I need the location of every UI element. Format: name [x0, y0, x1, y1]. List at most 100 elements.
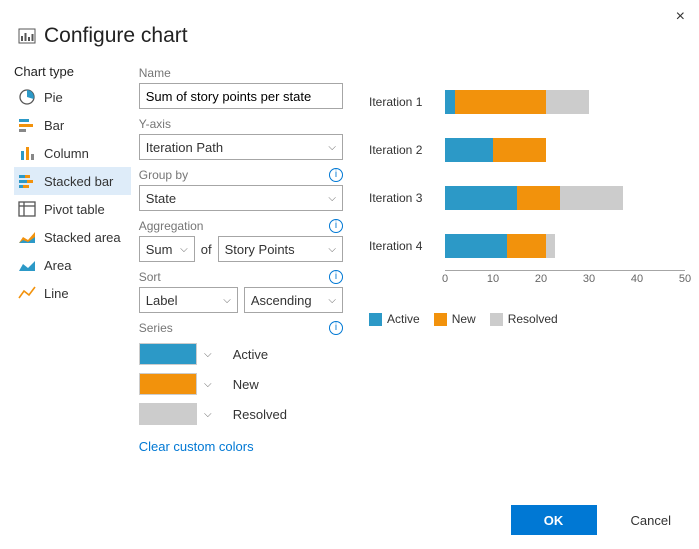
chart-type-heading: Chart type	[14, 64, 131, 79]
aggregation-label: Aggregation i	[139, 219, 343, 233]
legend-label: Active	[387, 312, 420, 326]
series-color-swatch[interactable]	[139, 373, 197, 395]
cancel-button[interactable]: Cancel	[625, 512, 677, 529]
axis-tick: 40	[631, 273, 643, 285]
chart-type-pivot-table[interactable]: Pivot table	[14, 195, 131, 223]
axis-tick: 0	[442, 273, 448, 285]
chart-bar-row: Iteration 2	[369, 126, 685, 174]
chevron-down-icon: ⌵	[223, 295, 231, 306]
sort-label: Sort i	[139, 270, 343, 284]
chart-type-label: Pie	[44, 90, 63, 105]
pivot-table-icon	[18, 200, 36, 218]
bar-category-label: Iteration 4	[369, 239, 445, 253]
column-icon	[18, 144, 36, 162]
chart-type-label: Pivot table	[44, 202, 105, 217]
chart-type-pie[interactable]: Pie	[14, 83, 131, 111]
chevron-down-icon: ⌵	[328, 244, 336, 255]
chevron-down-icon: ⌵	[180, 244, 188, 255]
info-icon[interactable]: i	[329, 219, 343, 233]
bar-segment-new	[517, 186, 560, 210]
chart-type-label: Line	[44, 286, 69, 301]
chart-type-label: Stacked bar	[44, 174, 113, 189]
series-color-swatch[interactable]	[139, 343, 197, 365]
bar-category-label: Iteration 3	[369, 191, 445, 205]
axis-tick: 50	[679, 273, 691, 285]
legend-swatch	[490, 313, 503, 326]
groupby-value: State	[146, 191, 176, 206]
series-name: Resolved	[233, 407, 287, 422]
close-icon[interactable]: ×	[676, 8, 685, 26]
chart-preview: Iteration 1 Iteration 2 Iteration 3 Iterati…	[369, 78, 685, 326]
chart-type-label: Area	[44, 258, 71, 273]
info-icon[interactable]: i	[329, 321, 343, 335]
chart-type-line[interactable]: Line	[14, 279, 131, 307]
stacked-bar-icon	[18, 172, 36, 190]
name-label: Name	[139, 66, 343, 80]
legend-swatch	[369, 313, 382, 326]
series-label: Series i	[139, 321, 343, 335]
name-input[interactable]	[139, 83, 343, 109]
line-icon	[18, 284, 36, 302]
yaxis-select[interactable]: Iteration Path ⌵	[139, 134, 343, 160]
chart-type-label: Stacked area	[44, 230, 121, 245]
aggregation-func-select[interactable]: Sum ⌵	[139, 236, 195, 262]
groupby-label: Group by i	[139, 168, 343, 182]
axis-tick: 30	[583, 273, 595, 285]
of-label: of	[201, 242, 212, 257]
legend-item: New	[434, 312, 476, 326]
chevron-down-icon: ⌵	[328, 142, 336, 153]
bar-segment-new	[493, 138, 546, 162]
legend-swatch	[434, 313, 447, 326]
info-icon[interactable]: i	[329, 168, 343, 182]
bar-segment-resolved	[546, 234, 556, 258]
series-name: New	[233, 377, 259, 392]
chart-bar-row: Iteration 1	[369, 78, 685, 126]
series-row: ⌵ New	[139, 373, 343, 395]
chart-type-label: Column	[44, 146, 89, 161]
bar-icon	[18, 116, 36, 134]
sort-dir-select[interactable]: Ascending ⌵	[244, 287, 343, 313]
legend-label: Resolved	[508, 312, 558, 326]
legend-item: Resolved	[490, 312, 558, 326]
bar-segment-active	[445, 186, 517, 210]
chart-bar-row: Iteration 4	[369, 222, 685, 270]
chart-icon	[18, 27, 36, 45]
chart-type-area[interactable]: Area	[14, 251, 131, 279]
ok-button[interactable]: OK	[511, 505, 597, 535]
axis-tick: 20	[535, 273, 547, 285]
aggregation-field-select[interactable]: Story Points ⌵	[218, 236, 343, 262]
stacked-area-icon	[18, 228, 36, 246]
bar-category-label: Iteration 1	[369, 95, 445, 109]
bar-category-label: Iteration 2	[369, 143, 445, 157]
bar-segment-new	[507, 234, 545, 258]
series-name: Active	[233, 347, 268, 362]
chevron-down-icon[interactable]: ⌵	[197, 343, 219, 365]
chart-type-column[interactable]: Column	[14, 139, 131, 167]
bar-segment-resolved	[560, 186, 622, 210]
chart-type-label: Bar	[44, 118, 64, 133]
series-row: ⌵ Resolved	[139, 403, 343, 425]
sort-by-select[interactable]: Label ⌵	[139, 287, 238, 313]
bar-segment-active	[445, 234, 507, 258]
chart-type-bar[interactable]: Bar	[14, 111, 131, 139]
chevron-down-icon: ⌵	[328, 295, 336, 306]
legend-label: New	[452, 312, 476, 326]
series-color-swatch[interactable]	[139, 403, 197, 425]
chevron-down-icon[interactable]: ⌵	[197, 373, 219, 395]
chart-type-stacked-bar[interactable]: Stacked bar	[14, 167, 131, 195]
yaxis-label: Y-axis	[139, 117, 343, 131]
groupby-select[interactable]: State ⌵	[139, 185, 343, 211]
bar-segment-active	[445, 90, 455, 114]
bar-segment-new	[455, 90, 546, 114]
dialog-title: Configure chart	[44, 24, 188, 48]
info-icon[interactable]: i	[329, 270, 343, 284]
yaxis-value: Iteration Path	[146, 140, 223, 155]
bar-segment-resolved	[546, 90, 589, 114]
chevron-down-icon[interactable]: ⌵	[197, 403, 219, 425]
clear-colors-link[interactable]: Clear custom colors	[139, 439, 254, 454]
chart-bar-row: Iteration 3	[369, 174, 685, 222]
axis-tick: 10	[487, 273, 499, 285]
chevron-down-icon: ⌵	[328, 193, 336, 204]
chart-type-stacked-area[interactable]: Stacked area	[14, 223, 131, 251]
dialog-header: Configure chart	[0, 0, 699, 58]
